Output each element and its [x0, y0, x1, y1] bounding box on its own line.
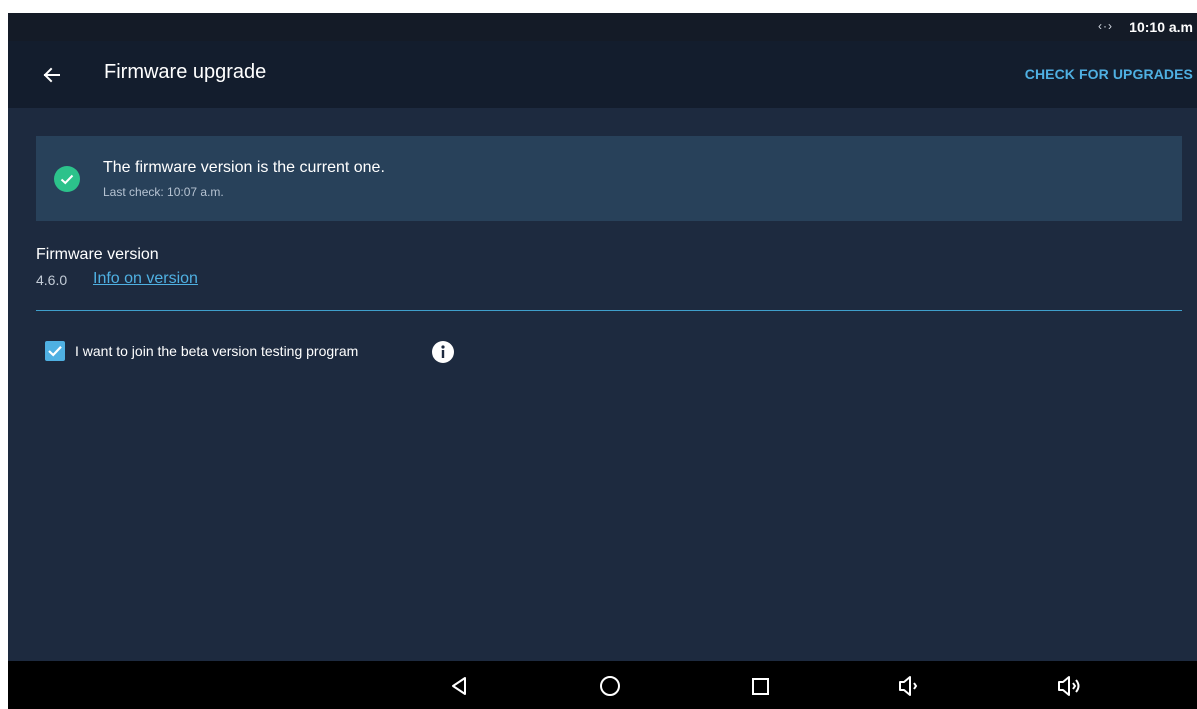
beta-program-checkbox[interactable]: [44, 340, 66, 362]
check-for-upgrades-button[interactable]: CHECK FOR UPGRADES: [1025, 66, 1193, 82]
volume-down-button[interactable]: [893, 671, 923, 701]
beta-program-label: I want to join the beta version testing …: [75, 343, 359, 359]
square-recents-icon: [752, 678, 769, 695]
back-button[interactable]: [32, 55, 72, 95]
arrow-left-icon: [43, 67, 60, 83]
firmware-status-message: The firmware version is the current one.: [103, 159, 385, 176]
volume-up-icon: [1058, 676, 1080, 696]
check-circle-icon: [54, 166, 80, 192]
triangle-back-icon: [452, 677, 466, 695]
circle-home-icon: [600, 676, 620, 696]
firmware-status-card: The firmware version is the current one.…: [36, 136, 1182, 221]
nav-back-button[interactable]: [444, 671, 474, 701]
system-navigation-bar: [8, 661, 1197, 709]
nav-recents-button[interactable]: [745, 671, 775, 701]
status-time: 10:10 a.m: [1129, 19, 1193, 35]
firmware-version-label: Firmware version: [36, 246, 159, 263]
sync-icon: ‹·›: [1098, 19, 1113, 33]
app-bar: Firmware upgrade CHECK FOR UPGRADES: [8, 41, 1197, 108]
device-screen: ‹·› 10:10 a.m Firmware upgrade CHECK FOR…: [8, 13, 1197, 709]
info-on-version-link[interactable]: Info on version: [93, 270, 198, 288]
volume-down-icon: [899, 676, 918, 696]
nav-home-button[interactable]: [595, 671, 625, 701]
system-status-bar: ‹·› 10:10 a.m: [8, 13, 1197, 41]
firmware-version-value: 4.6.0: [36, 272, 68, 288]
page-title: Firmware upgrade: [104, 61, 267, 83]
info-icon[interactable]: [431, 340, 455, 364]
section-divider: [36, 310, 1182, 311]
last-check-time: Last check: 10:07 a.m.: [103, 185, 224, 199]
volume-up-button[interactable]: [1054, 671, 1084, 701]
